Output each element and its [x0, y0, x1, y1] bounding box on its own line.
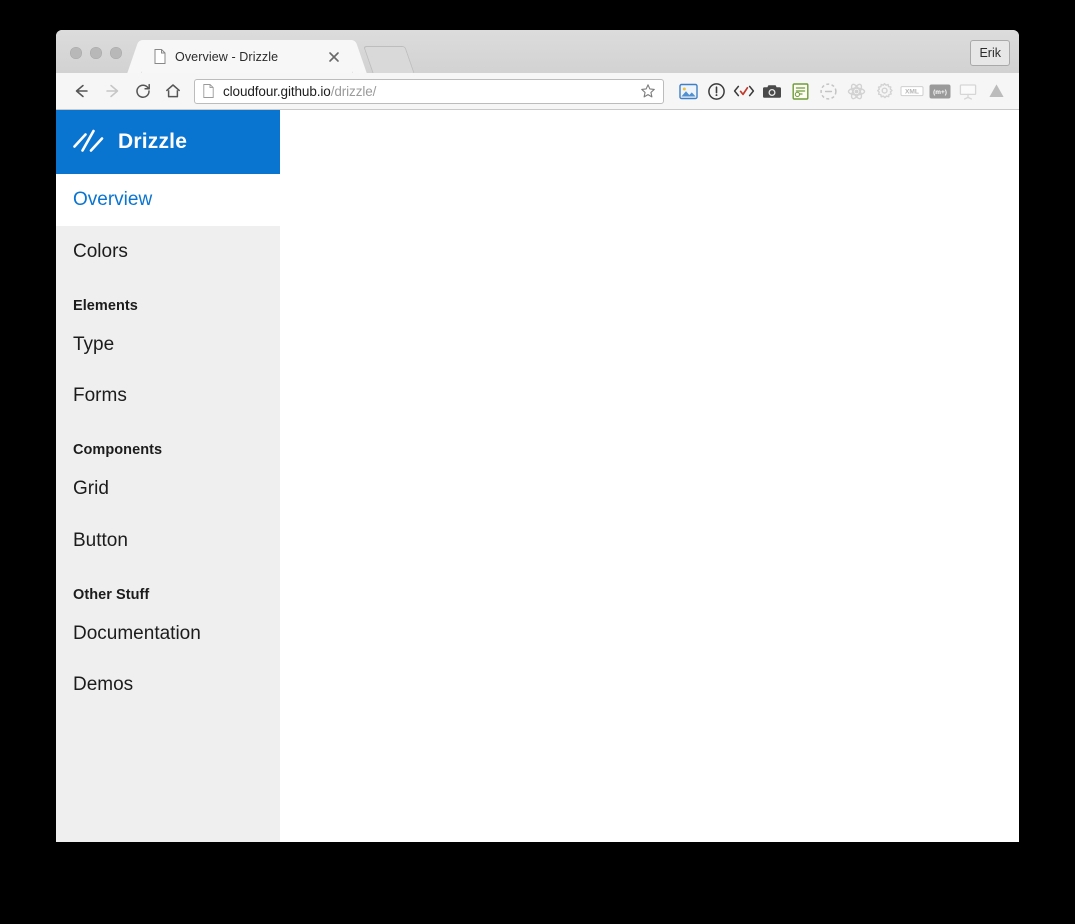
sidebar-item-grid[interactable]: Grid	[56, 463, 280, 515]
close-window-button[interactable]	[70, 47, 82, 59]
brand-name: Drizzle	[118, 130, 188, 153]
page-info-icon[interactable]	[203, 84, 214, 98]
sidebar-item-documentation[interactable]: Documentation	[56, 608, 280, 660]
google-drive-icon[interactable]	[982, 78, 1010, 104]
main-content	[280, 110, 1019, 842]
address-bar[interactable]: cloudfour.github.io/drizzle/	[194, 78, 664, 104]
document-icon	[154, 49, 166, 64]
sidebar-nav: Overview Colors Elements Type Forms Comp…	[56, 174, 280, 711]
sidebar-heading-other-stuff: Other Stuff	[73, 586, 150, 603]
react-atom-icon[interactable]	[842, 78, 870, 104]
browser-toolbar: cloudfour.github.io/drizzle/ XML (m+)	[56, 73, 1019, 110]
profile-name: Erik	[979, 46, 1001, 60]
browser-window: Overview - Drizzle Erik cloudfour.github…	[56, 30, 1019, 842]
chrome-menu-icon[interactable]	[1012, 78, 1019, 104]
new-tab-button[interactable]	[363, 46, 415, 74]
profile-button[interactable]: Erik	[970, 40, 1010, 66]
list-note-icon[interactable]	[786, 78, 814, 104]
dashed-circle-icon[interactable]	[814, 78, 842, 104]
sidebar-item-overview[interactable]: Overview	[56, 174, 280, 226]
sidebar-heading-elements: Elements	[73, 297, 138, 314]
url-path: /drizzle/	[330, 83, 377, 99]
tab-strip: Overview - Drizzle Erik	[56, 30, 1019, 74]
brand-header[interactable]: Drizzle	[56, 110, 280, 174]
sidebar-item-colors[interactable]: Colors	[56, 226, 280, 278]
url-host: cloudfour.github.io	[223, 83, 331, 99]
image-gallery-icon[interactable]	[674, 78, 702, 104]
camera-icon[interactable]	[758, 78, 786, 104]
code-check-icon[interactable]	[730, 78, 758, 104]
svg-text:(m+): (m+)	[933, 89, 947, 96]
sidebar-item-demos[interactable]: Demos	[56, 659, 280, 711]
close-icon[interactable]	[326, 49, 342, 65]
xml-badge-icon[interactable]: XML	[898, 78, 926, 104]
gear-icon[interactable]	[870, 78, 898, 104]
svg-text:XML: XML	[905, 89, 919, 96]
bookmark-star-icon[interactable]	[640, 83, 656, 99]
extensions-bar: XML (m+)	[674, 78, 1019, 104]
reload-icon[interactable]	[130, 79, 155, 104]
markdown-badge-icon[interactable]: (m+)	[926, 78, 954, 104]
page-viewport: Drizzle Overview Colors Elements Type Fo…	[56, 110, 1019, 842]
back-icon[interactable]	[68, 79, 93, 104]
sidebar-heading-components: Components	[73, 442, 163, 458]
presentation-icon[interactable]	[954, 78, 982, 104]
minimize-window-button[interactable]	[90, 47, 102, 59]
sidebar: Drizzle Overview Colors Elements Type Fo…	[56, 110, 280, 842]
home-icon[interactable]	[160, 79, 185, 104]
window-controls	[70, 47, 122, 59]
drizzle-rain-lines-icon	[72, 125, 106, 159]
maximize-window-button[interactable]	[110, 47, 122, 59]
forward-icon[interactable]	[100, 79, 125, 104]
sidebar-item-button[interactable]: Button	[56, 515, 280, 567]
sidebar-item-type[interactable]: Type	[56, 319, 280, 371]
exclamation-circle-icon[interactable]	[702, 78, 730, 104]
tab-title: Overview - Drizzle	[175, 49, 279, 64]
sidebar-item-forms[interactable]: Forms	[56, 370, 280, 422]
browser-tab-overview-drizzle[interactable]: Overview - Drizzle	[142, 40, 352, 73]
url-text: cloudfour.github.io/drizzle/	[223, 84, 634, 99]
